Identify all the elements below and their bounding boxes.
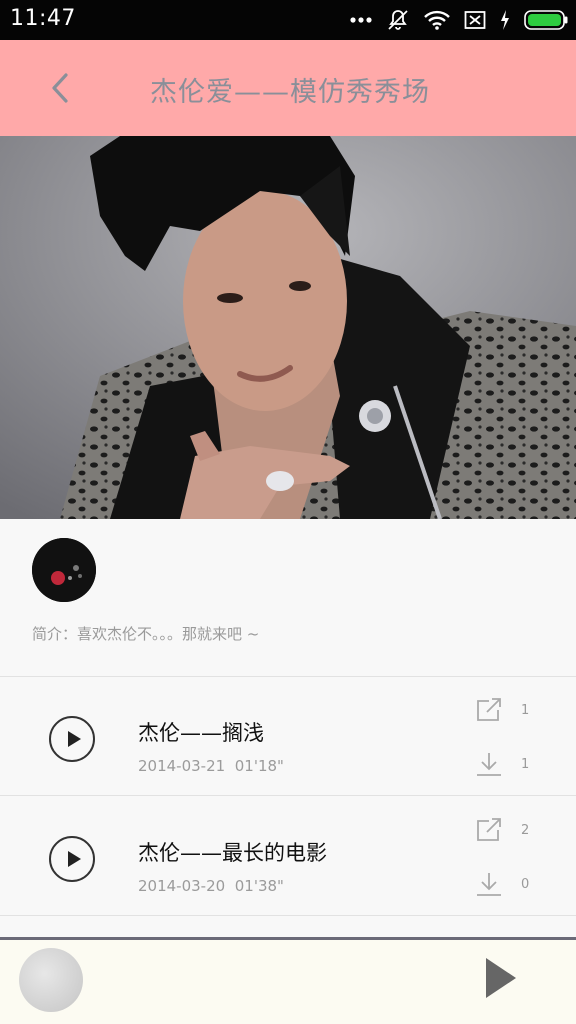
track-title: 杰伦——搁浅: [138, 721, 264, 745]
avatar[interactable]: [32, 538, 96, 602]
play-button[interactable]: [49, 716, 95, 762]
share-icon[interactable]: [475, 697, 503, 723]
app-header: 杰伦爱——模仿秀秀场: [0, 40, 576, 136]
track-row[interactable]: 杰伦——最长的电影 2014-03-20 01'38" 2 0: [0, 797, 576, 916]
back-button[interactable]: [40, 68, 80, 108]
status-bar: 11:47: [0, 0, 576, 40]
now-playing-cover[interactable]: [19, 948, 83, 1012]
player-play-icon[interactable]: [486, 958, 516, 998]
status-time: 11:47: [10, 6, 76, 31]
more-dots-icon: [350, 16, 372, 24]
track-row[interactable]: 杰伦——搁浅 2014-03-21 01'18" 1 1: [0, 677, 576, 796]
download-icon[interactable]: [476, 751, 502, 777]
back-arrow-icon: [52, 73, 68, 103]
album-info: 简介：喜欢杰伦不。。。那就来吧 ~: [0, 519, 576, 677]
silent-icon: [386, 8, 410, 32]
wifi-icon: [424, 10, 450, 30]
track-date: 2014-03-21: [138, 757, 226, 775]
download-icon[interactable]: [476, 871, 502, 897]
mini-player: [0, 937, 576, 1024]
hero-photo: [0, 136, 576, 519]
share-icon[interactable]: [475, 817, 503, 843]
share-count: 2: [521, 823, 530, 838]
battery-icon: [524, 10, 568, 30]
download-count: 0: [521, 877, 530, 892]
charging-icon: [500, 10, 510, 30]
track-meta: 2014-03-20 01'38": [138, 877, 284, 895]
status-icons: [350, 8, 568, 32]
page-title: 杰伦爱——模仿秀秀场: [150, 77, 430, 108]
play-button[interactable]: [49, 836, 95, 882]
play-icon: [67, 851, 81, 867]
sim-icon: [464, 10, 486, 30]
play-icon: [67, 731, 81, 747]
download-count: 1: [521, 757, 530, 772]
track-duration: 01'18": [234, 757, 284, 775]
track-duration: 01'38": [234, 877, 284, 895]
track-date: 2014-03-20: [138, 877, 226, 895]
track-title: 杰伦——最长的电影: [138, 841, 327, 865]
album-intro: 简介：喜欢杰伦不。。。那就来吧 ~: [32, 625, 260, 643]
track-meta: 2014-03-21 01'18": [138, 757, 284, 775]
share-count: 1: [521, 703, 530, 718]
